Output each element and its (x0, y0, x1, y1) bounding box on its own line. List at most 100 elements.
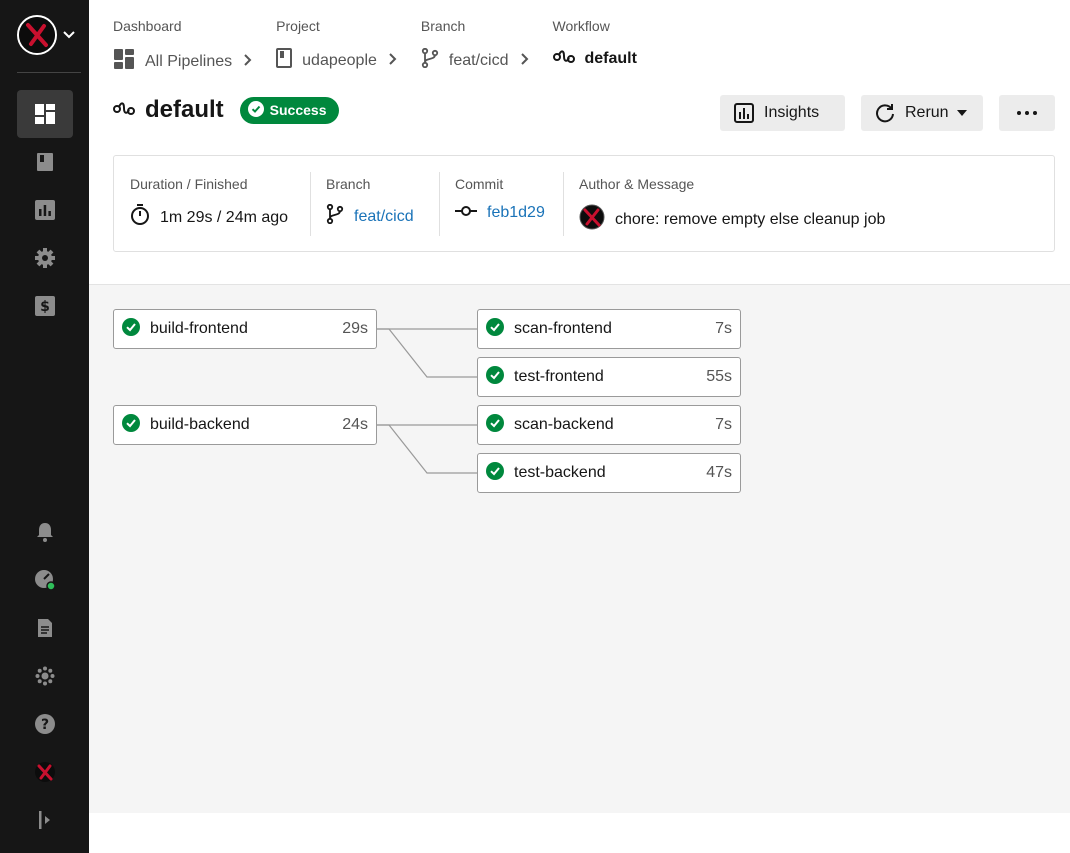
check-circle-icon (122, 413, 150, 437)
job-duration: 7s (715, 416, 732, 433)
svg-text:?: ? (41, 717, 49, 733)
bar-chart-icon (734, 103, 754, 123)
gear-icon (34, 247, 56, 269)
job-name: scan-frontend (514, 320, 612, 337)
stopwatch-icon (130, 204, 160, 231)
duration-value: 1m 29s / 24m ago (160, 208, 289, 226)
rerun-button[interactable]: Rerun (861, 95, 983, 131)
job-duration: 7s (715, 320, 732, 337)
sidebar-item-support[interactable]: ? (17, 700, 73, 748)
org-switcher[interactable] (17, 14, 77, 56)
divider (563, 172, 564, 236)
sidebar-item-expand[interactable] (17, 796, 73, 844)
job-name: test-backend (514, 464, 606, 481)
job-name: test-frontend (514, 368, 604, 385)
breadcrumb-label: Branch (420, 18, 466, 34)
author-label: Author & Message (579, 176, 695, 192)
workflow-graph: build-frontend 29s scan-frontend 7s test… (89, 284, 1070, 813)
breadcrumb-branch[interactable]: Branch feat/cicd (421, 18, 553, 75)
breadcrumb-label: Project (276, 18, 320, 34)
job-test-frontend[interactable]: test-frontend 55s (477, 357, 741, 397)
svg-text:$: $ (40, 299, 50, 315)
branch-label: Branch (326, 176, 371, 192)
more-dots-icon (1017, 111, 1037, 115)
dashboard-icon (113, 48, 145, 75)
commit-link[interactable]: feb1d29 (487, 204, 545, 222)
sidebar-item-dashboard[interactable] (17, 90, 73, 138)
status-badge: Success (239, 96, 339, 124)
chevron-right-icon (389, 52, 407, 70)
sidebar-item-notifications[interactable] (17, 508, 73, 556)
insights-button[interactable]: Insights (720, 95, 845, 131)
job-name: build-frontend (150, 320, 248, 337)
status-text: Success (269, 102, 327, 118)
breadcrumb-dashboard[interactable]: Dashboard All Pipelines (113, 18, 276, 75)
check-circle-icon (486, 461, 514, 485)
commit-message: chore: remove empty else cleanup job (615, 210, 886, 228)
check-circle-icon (486, 317, 514, 341)
breadcrumb: Dashboard All Pipelines Project udapeopl… (113, 18, 637, 75)
divider (310, 172, 311, 236)
commit-label: Commit (455, 176, 504, 192)
workflow-icon (113, 100, 135, 121)
branch-icon (421, 47, 449, 73)
check-circle-icon (486, 413, 514, 437)
workflow-header: default Success (113, 96, 339, 124)
sidebar-item-profile[interactable] (17, 748, 73, 796)
chevron-right-icon (244, 53, 262, 71)
bell-icon (36, 522, 54, 542)
job-scan-backend[interactable]: scan-backend 7s (477, 405, 741, 445)
breadcrumb-label: Workflow (552, 18, 610, 34)
book-icon (36, 152, 54, 172)
breadcrumb-workflow[interactable]: Workflow default (552, 18, 637, 75)
job-name: scan-backend (514, 416, 614, 433)
sidebar-item-status[interactable] (17, 556, 73, 604)
dollar-icon: $ (35, 296, 55, 316)
sidebar-item-insights[interactable] (17, 186, 73, 234)
divider (439, 172, 440, 236)
commit-icon (455, 204, 487, 222)
expand-sidebar-icon (37, 810, 53, 830)
status-gauge-icon (34, 569, 56, 591)
author-avatar (579, 204, 615, 235)
breadcrumb-project[interactable]: Project udapeople (276, 18, 421, 75)
book-icon (276, 48, 302, 73)
check-circle-icon (247, 100, 270, 120)
branch-icon (326, 203, 354, 229)
breadcrumb-label: Dashboard (113, 18, 182, 34)
help-icon: ? (35, 714, 55, 734)
breadcrumb-value: All Pipelines (145, 52, 233, 70)
job-duration: 29s (342, 320, 368, 337)
job-test-backend[interactable]: test-backend 47s (477, 453, 741, 493)
breadcrumb-value: default (584, 49, 637, 67)
more-actions-button[interactable] (999, 95, 1055, 131)
sidebar-divider (17, 72, 81, 73)
workflow-icon (552, 48, 585, 69)
breadcrumb-value: udapeople (302, 51, 377, 69)
bar-chart-icon (35, 200, 55, 220)
sidebar-item-docs[interactable] (17, 604, 73, 652)
branch-link[interactable]: feat/cicd (354, 208, 414, 226)
job-scan-frontend[interactable]: scan-frontend 7s (477, 309, 741, 349)
job-build-backend[interactable]: build-backend 24s (113, 405, 377, 445)
job-duration: 47s (706, 464, 732, 481)
integrations-icon (35, 666, 55, 686)
check-circle-icon (486, 365, 514, 389)
job-build-frontend[interactable]: build-frontend 29s (113, 309, 377, 349)
job-duration: 55s (706, 368, 732, 385)
sidebar-item-integrations[interactable] (17, 652, 73, 700)
user-avatar-icon (34, 761, 56, 783)
caret-down-icon (956, 110, 967, 116)
sidebar-item-settings[interactable] (17, 234, 73, 282)
insights-label: Insights (764, 104, 820, 121)
org-avatar (17, 15, 57, 55)
breadcrumb-value: feat/cicd (448, 51, 509, 69)
sidebar-item-plan[interactable]: $ (17, 282, 73, 330)
sidebar-item-projects[interactable] (17, 138, 73, 186)
page-title: default (145, 96, 224, 123)
rerun-label: Rerun (905, 104, 949, 121)
sidebar: $ ? (0, 0, 89, 853)
main-content: Dashboard All Pipelines Project udapeopl… (89, 0, 1070, 853)
job-name: build-backend (150, 416, 250, 433)
check-circle-icon (122, 317, 150, 341)
